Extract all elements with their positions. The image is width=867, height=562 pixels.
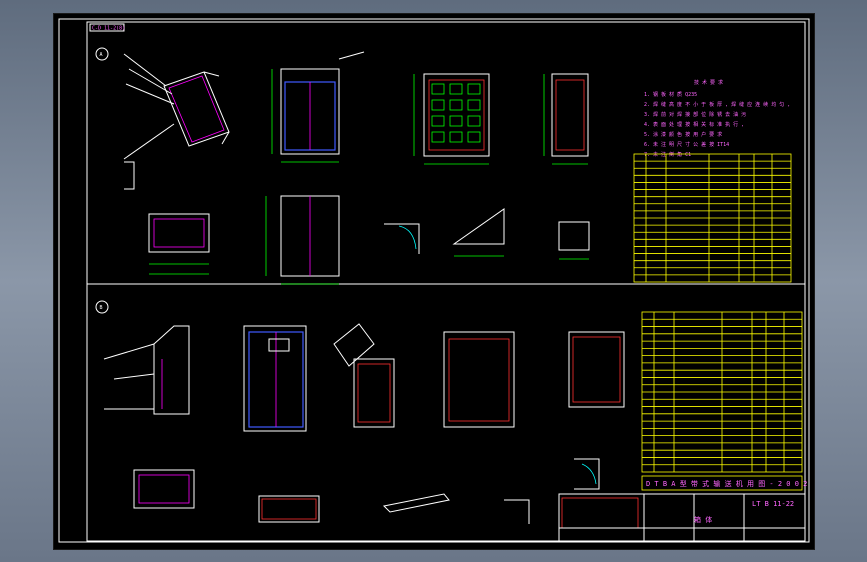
- note-2: 2. 焊 缝 高 度 不 小 于 板 厚 , 焊 缝 应 连 续 均 匀 ,: [644, 101, 790, 108]
- title-block: 箱 体 LT B 11-22: [558, 493, 806, 542]
- note-6: 6. 未 注 明 尺 寸 公 差 按 IT14: [644, 141, 729, 148]
- grid-cell: [431, 131, 445, 143]
- section-b-label: B: [100, 305, 103, 311]
- detail-view-cc: [384, 223, 420, 254]
- stamp-text: C-D 11-2(8): [92, 26, 125, 32]
- grid-cell: [449, 99, 463, 111]
- title-strip: D T B A 型 带 式 输 送 机 用 图 - 2 0 0 2: [641, 475, 807, 491]
- bottom-detail-view-b: [504, 499, 530, 524]
- grid-view-b2: [568, 331, 625, 408]
- bottom-side-view-b: [382, 493, 450, 513]
- technical-notes: 技 术 要 求 1. 钢 板 材 质 Q235 2. 焊 缝 高 度 不 小 于…: [644, 79, 790, 158]
- grid-cell: [449, 83, 463, 95]
- grid-cell: [467, 115, 481, 127]
- section-a-label: A: [100, 52, 103, 58]
- title-strip-caption: D T B A 型 带 式 输 送 机 用 图 - 2 0 0 2: [646, 479, 807, 488]
- grid-cell: [431, 83, 445, 95]
- parts-list-b: [641, 311, 803, 473]
- notes-header: 技 术 要 求: [694, 79, 723, 86]
- corner-detail-view-b: [574, 458, 600, 490]
- iso-grid-view-b: [333, 323, 395, 428]
- grid-cell: [431, 115, 445, 127]
- cad-drawing-viewport[interactable]: C-D 11-2(8) A B 技 术 要 求 1. 钢 板 材 质 Q235 …: [53, 13, 815, 550]
- plan-view-a: [148, 213, 210, 275]
- grid-cell: [467, 83, 481, 95]
- detail-view-triangle: [452, 208, 505, 257]
- parts-list-a: [633, 153, 792, 283]
- detail-view-small: [558, 221, 590, 260]
- note-3: 3. 焊 前 对 焊 接 部 位 除 锈 去 油 污: [644, 111, 746, 118]
- note-1: 1. 钢 板 材 质 Q235: [644, 91, 697, 98]
- side-view-a: [265, 195, 340, 285]
- note-4: 4. 表 面 处 理 按 相 关 标 准 执 行 ,: [644, 121, 744, 128]
- grid-cell: [467, 131, 481, 143]
- grid-view-a1: [413, 73, 490, 165]
- grid-view-b1: [443, 331, 515, 428]
- grid-cell: [449, 115, 463, 127]
- grid-cell: [467, 99, 481, 111]
- front-view-a: [271, 51, 365, 163]
- note-7: 7. 未 注 倒 角 C1: [644, 151, 691, 158]
- drawing-canvas: C-D 11-2(8) A B 技 术 要 求 1. 钢 板 材 质 Q235 …: [58, 18, 810, 543]
- note-5: 5. 涂 漆 颜 色 按 用 户 要 求: [644, 131, 722, 138]
- title-block-code: LT B 11-22: [752, 500, 794, 508]
- iso-view-a: [123, 53, 230, 190]
- grid-cell: [449, 131, 463, 143]
- bottom-grid-view-b: [258, 495, 320, 523]
- title-block-name: 箱 体: [694, 515, 712, 524]
- front-view-b: [243, 325, 307, 432]
- plan-view-b: [133, 469, 195, 509]
- grid-cell: [431, 99, 445, 111]
- drawing-frame: [86, 21, 806, 542]
- iso-view-b: [103, 325, 190, 415]
- grid-view-a2: [543, 73, 589, 165]
